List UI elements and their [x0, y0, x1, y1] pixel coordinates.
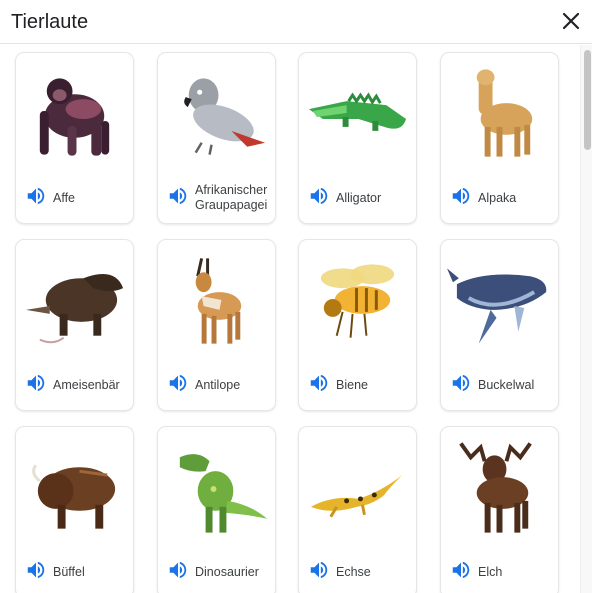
animal-grid: Affe Afrikanischer Graupapagei Alligator… [0, 45, 580, 593]
dialog-title: Tierlaute [11, 11, 89, 33]
volume-up-icon[interactable] [25, 559, 47, 581]
animal-label: Affe [53, 190, 76, 205]
gorilla-icon [39, 78, 110, 156]
volume-up-icon[interactable] [450, 372, 472, 394]
animal-label: Antilope [195, 377, 241, 392]
animal-label: Dinosaurier [195, 564, 259, 579]
lizard-icon [310, 475, 403, 518]
animal-card-antilope[interactable]: Antilope [158, 240, 275, 410]
animal-label: Büffel [53, 564, 85, 579]
scrollbar-thumb[interactable] [584, 50, 591, 150]
animal-card-alligator[interactable]: Alligator [299, 53, 416, 223]
animal-card-ameisenbaer[interactable]: Ameisenbär [16, 240, 133, 410]
alligator-icon [308, 92, 407, 131]
antelope-icon [195, 258, 242, 344]
volume-up-icon[interactable] [308, 372, 330, 394]
animal-label: Alligator [336, 190, 382, 205]
buffalo-icon [32, 464, 116, 529]
animal-card-afrikanischer-graupapagei[interactable]: Afrikanischer Graupapagei [158, 53, 275, 223]
animal-label: Buckelwal [478, 377, 535, 392]
animal-card-buckelwal[interactable]: Buckelwal [441, 240, 558, 410]
volume-up-icon[interactable] [167, 372, 189, 394]
volume-up-icon[interactable] [450, 185, 472, 207]
humpback-whale-icon [446, 268, 547, 344]
anteater-icon [25, 274, 124, 344]
animal-card-bueffel[interactable]: Büffel [16, 427, 133, 593]
animal-label: Afrikanischer Graupapagei [195, 183, 268, 212]
animal-card-biene[interactable]: Biene [299, 240, 416, 410]
parrot-icon [184, 78, 266, 155]
volume-up-icon[interactable] [450, 559, 472, 581]
animal-card-alpaka[interactable]: Alpaka [441, 53, 558, 223]
animal-label: Ameisenbär [53, 377, 120, 392]
volume-up-icon[interactable] [167, 559, 189, 581]
dinosaur-icon [179, 454, 268, 533]
animal-label: Alpaka [478, 190, 517, 205]
close-icon[interactable] [559, 9, 583, 33]
volume-up-icon[interactable] [308, 185, 330, 207]
dialog-header: Tierlaute [0, 0, 592, 44]
animal-card-elch[interactable]: Elch [441, 427, 558, 593]
bee-icon [320, 264, 395, 338]
animal-card-affe[interactable]: Affe [16, 53, 133, 223]
animal-card-dinosaurier[interactable]: Dinosaurier [158, 427, 275, 593]
animal-card-echse[interactable]: Echse [299, 427, 416, 593]
animal-label: Echse [336, 564, 371, 579]
volume-up-icon[interactable] [167, 185, 189, 207]
moose-icon [459, 442, 532, 533]
animal-label: Biene [336, 377, 368, 392]
scrollbar[interactable] [580, 45, 592, 593]
volume-up-icon[interactable] [25, 372, 47, 394]
alpaca-icon [476, 69, 533, 157]
animal-label: Elch [478, 564, 503, 579]
volume-up-icon[interactable] [25, 185, 47, 207]
volume-up-icon[interactable] [308, 559, 330, 581]
